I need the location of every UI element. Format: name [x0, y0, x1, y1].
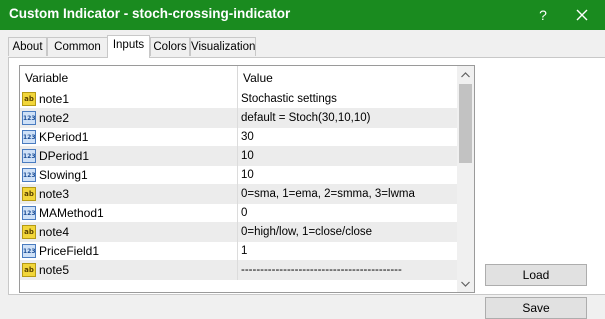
table-row[interactable]: 123 KPeriod1 30 — [20, 128, 457, 147]
table-row[interactable]: ab note5 ---------------------------------… — [20, 261, 457, 280]
variable-name: KPeriod1 — [39, 130, 89, 144]
variable-value[interactable]: 1 — [241, 242, 247, 261]
column-header-variable[interactable]: Variable — [25, 66, 68, 90]
inputs-panel: Variable Value ab note1 Stochastic setting… — [8, 57, 605, 319]
inputs-grid: Variable Value ab note1 Stochastic setting… — [19, 65, 475, 293]
number-type-icon: 123 — [22, 111, 36, 125]
window-title: Custom Indicator - stoch-crossing-indica… — [9, 6, 291, 21]
number-type-icon: 123 — [22, 168, 36, 182]
cell-divider — [237, 261, 238, 280]
tab-about[interactable]: About — [8, 37, 47, 56]
string-type-icon: ab — [22, 92, 36, 106]
variable-name: MAMethod1 — [39, 206, 104, 220]
column-divider[interactable] — [237, 66, 238, 90]
cell-divider — [237, 128, 238, 147]
number-type-icon: 123 — [22, 206, 36, 220]
variable-value[interactable]: 10 — [241, 166, 254, 185]
variable-name: note2 — [39, 111, 70, 125]
table-row[interactable]: ab note4 0=high/low, 1=close/close — [20, 223, 457, 242]
variable-value[interactable]: 30 — [241, 128, 254, 147]
variable-value[interactable]: default = Stoch(30,10,10) — [241, 109, 370, 128]
number-type-icon: 123 — [22, 244, 36, 258]
cell-divider — [237, 223, 238, 242]
chevron-down-icon — [461, 281, 470, 287]
scroll-up-button[interactable] — [457, 66, 474, 83]
cell-divider — [237, 185, 238, 204]
variable-value[interactable]: 10 — [241, 147, 254, 166]
string-type-icon: ab — [22, 263, 36, 277]
vertical-scrollbar[interactable] — [457, 66, 474, 292]
variable-name: note5 — [39, 263, 70, 277]
table-row[interactable]: 123 MAMethod1 0 — [20, 204, 457, 223]
variable-value[interactable]: 0=high/low, 1=close/close — [241, 223, 372, 242]
dialog-body: About Common Inputs Colors Visualization… — [0, 30, 605, 319]
string-type-icon: ab — [22, 187, 36, 201]
save-button[interactable]: Save — [485, 297, 587, 319]
table-row[interactable]: ab note3 0=sma, 1=ema, 2=smma, 3=lwma — [20, 185, 457, 204]
cell-divider — [237, 90, 238, 109]
grid-rows: ab note1 Stochastic settings 123 note2 defaul… — [20, 90, 457, 280]
variable-name: note3 — [39, 187, 70, 201]
number-type-icon: 123 — [22, 149, 36, 163]
variable-name: DPeriod1 — [39, 149, 90, 163]
grid-header: Variable Value — [20, 66, 457, 90]
table-row[interactable]: 123 DPeriod1 10 — [20, 147, 457, 166]
variable-name: note4 — [39, 225, 70, 239]
column-header-value[interactable]: Value — [243, 66, 273, 90]
variable-value[interactable]: 0=sma, 1=ema, 2=smma, 3=lwma — [241, 185, 415, 204]
tab-colors[interactable]: Colors — [150, 37, 190, 56]
cell-divider — [237, 109, 238, 128]
chevron-up-icon — [461, 71, 470, 77]
help-button[interactable]: ? — [525, 0, 561, 30]
table-row[interactable]: 123 Slowing1 10 — [20, 166, 457, 185]
variable-value[interactable]: Stochastic settings — [241, 90, 337, 109]
cell-divider — [237, 242, 238, 261]
title-bar: Custom Indicator - stoch-crossing-indica… — [0, 0, 605, 30]
tab-visualization[interactable]: Visualization — [190, 37, 256, 56]
cell-divider — [237, 147, 238, 166]
close-icon — [576, 9, 588, 21]
cell-divider — [237, 204, 238, 223]
number-type-icon: 123 — [22, 130, 36, 144]
variable-name: note1 — [39, 92, 70, 106]
close-button[interactable] — [564, 0, 600, 30]
tab-common[interactable]: Common — [47, 37, 108, 56]
load-button[interactable]: Load — [485, 264, 587, 286]
string-type-icon: ab — [22, 225, 36, 239]
table-row[interactable]: 123 note2 default = Stoch(30,10,10) — [20, 109, 457, 128]
table-row[interactable]: ab note1 Stochastic settings — [20, 90, 457, 109]
variable-name: Slowing1 — [39, 168, 88, 182]
table-row[interactable]: 123 PriceField1 1 — [20, 242, 457, 261]
variable-value[interactable]: 0 — [241, 204, 247, 223]
variable-name: PriceField1 — [39, 244, 100, 258]
scroll-down-button[interactable] — [457, 275, 474, 292]
cell-divider — [237, 166, 238, 185]
variable-value[interactable]: ----------------------------------------… — [241, 261, 402, 280]
tab-inputs[interactable]: Inputs — [107, 35, 150, 58]
scrollbar-thumb[interactable] — [459, 84, 472, 163]
